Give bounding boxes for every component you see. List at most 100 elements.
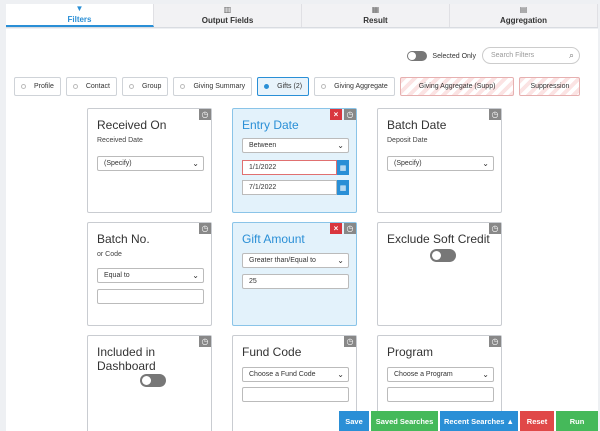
history-icon[interactable]: ◷ [199, 109, 211, 120]
tab-label: Filters [67, 15, 92, 24]
tab-label: Output Fields [201, 16, 254, 25]
save-button[interactable]: Save [339, 411, 369, 431]
date-value: 7/1/2022 [249, 184, 277, 191]
calendar-icon[interactable]: ▦ [337, 180, 349, 195]
history-icon[interactable]: ◷ [489, 223, 501, 234]
chevron-down-icon: ⌄ [482, 370, 489, 379]
chip-label: Contact [85, 83, 110, 90]
fund-code-select[interactable]: Choose a Fund Code ⌄ [242, 367, 349, 382]
card-title: Received On [97, 118, 167, 132]
tab-aggregation[interactable]: ▤ Aggregation [450, 4, 598, 27]
selected-only-control: Selected Only [407, 51, 476, 61]
select-value: Greater than/Equal to [249, 257, 316, 264]
chevron-down-icon: ⌄ [192, 271, 199, 280]
history-icon[interactable]: ◷ [344, 223, 356, 234]
tab-label: Result [363, 16, 388, 25]
filter-card-batch-date: ◷ Batch Date Deposit Date (Specify) ⌄ [377, 108, 502, 213]
recent-searches-button[interactable]: Recent Searches ▲ [440, 411, 518, 431]
search-filters-input[interactable]: Search Filters ⌕ [482, 47, 580, 64]
history-icon[interactable]: ◷ [489, 336, 501, 347]
filter-card-received-on: ◷ Received On Received Date (Specify) ⌄ [87, 108, 212, 213]
chip-label: Giving Aggregate (Supp) [418, 83, 496, 90]
batch-no-operator-select[interactable]: Equal to ⌄ [97, 268, 204, 283]
chip-giving-aggregate[interactable]: Giving Aggregate [314, 77, 395, 96]
radio-dot [264, 84, 270, 89]
gift-amount-input[interactable]: 25 [242, 274, 349, 289]
program-select[interactable]: Choose a Program ⌄ [387, 367, 494, 382]
chevron-down-icon: ⌄ [337, 141, 344, 150]
select-value: Choose a Fund Code [249, 371, 316, 378]
close-icon[interactable]: × [330, 223, 342, 234]
filter-card-included-dashboard: ◷ Included in Dashboard [87, 335, 212, 431]
map-icon: ▥ [223, 5, 232, 14]
chevron-down-icon: ⌄ [192, 159, 199, 168]
entry-date-from-input[interactable]: 1/1/2022 [242, 160, 337, 175]
run-button[interactable]: Run [556, 411, 598, 431]
select-value: Equal to [104, 272, 130, 279]
select-value: Choose a Program [394, 371, 453, 378]
filters-panel: Selected Only Search Filters ⌕ Profile C… [6, 29, 598, 431]
filter-card-entry-date: × ◷ Entry Date Between ⌄ 1/1/2022 ▦ 7/1/… [232, 108, 357, 213]
input-value: 25 [249, 278, 257, 285]
tab-result[interactable]: ▦ Result [302, 4, 450, 27]
card-title: Batch Date [387, 118, 447, 132]
select-value: (Specify) [104, 160, 132, 167]
history-icon[interactable]: ◷ [199, 336, 211, 347]
chip-suppression[interactable]: Suppression [519, 77, 581, 96]
saved-searches-button[interactable]: Saved Searches [371, 411, 438, 431]
chip-giving-summary[interactable]: Giving Summary [173, 77, 253, 96]
card-subtitle: Received Date [97, 137, 143, 144]
entry-date-operator-select[interactable]: Between ⌄ [242, 138, 349, 153]
chip-label: Suppression [530, 83, 570, 90]
chip-gifts[interactable]: Gifts (2) [257, 77, 310, 96]
card-title: Exclude Soft Credit [387, 232, 490, 246]
close-icon[interactable]: × [330, 109, 342, 120]
card-title: Fund Code [242, 345, 302, 359]
calendar-icon[interactable]: ▦ [337, 160, 349, 175]
reset-button[interactable]: Reset [520, 411, 554, 431]
action-bar: Save Saved Searches Recent Searches ▲ Re… [337, 411, 598, 431]
tab-output-fields[interactable]: ▥ Output Fields [154, 4, 302, 27]
history-icon[interactable]: ◷ [344, 336, 356, 347]
filter-icon: ▼ [75, 4, 84, 13]
fund-code-input[interactable] [242, 387, 349, 402]
selected-only-label: Selected Only [432, 52, 476, 60]
chip-label: Gifts (2) [277, 83, 303, 90]
search-placeholder: Search Filters [491, 52, 535, 59]
received-on-select[interactable]: (Specify) ⌄ [97, 156, 204, 171]
chip-giving-aggregate-supp[interactable]: Giving Aggregate (Supp) [399, 77, 515, 96]
history-icon[interactable]: ◷ [199, 223, 211, 234]
chip-group[interactable]: Group [121, 77, 169, 96]
grid-icon: ▤ [519, 5, 528, 14]
filter-card-batch-no: ◷ Batch No. or Code Equal to ⌄ [87, 222, 212, 326]
filter-card-gift-amount: × ◷ Gift Amount Greater than/Equal to ⌄ … [232, 222, 357, 326]
card-title: Gift Amount [242, 232, 305, 246]
radio-dot [321, 84, 327, 89]
selected-only-toggle[interactable] [407, 51, 428, 61]
chip-contact[interactable]: Contact [65, 77, 117, 96]
program-input[interactable] [387, 387, 494, 402]
batch-no-input[interactable] [97, 289, 204, 304]
chip-label: Giving Aggregate [334, 83, 388, 90]
radio-dot [180, 84, 186, 89]
included-dashboard-toggle[interactable] [140, 374, 166, 387]
tab-filters[interactable]: ▼ Filters [6, 4, 154, 27]
card-title: Program [387, 345, 434, 359]
chip-label: Group [141, 83, 162, 90]
date-value: 1/1/2022 [249, 164, 277, 171]
chevron-down-icon: ⌄ [337, 256, 344, 265]
radio-dot [72, 84, 78, 89]
chevron-down-icon: ⌄ [337, 370, 344, 379]
history-icon[interactable]: ◷ [489, 109, 501, 120]
chevron-down-icon: ⌄ [482, 159, 489, 168]
entry-date-to-input[interactable]: 7/1/2022 [242, 180, 337, 195]
chip-profile[interactable]: Profile [14, 77, 61, 96]
select-value: Between [249, 142, 277, 149]
radio-dot [21, 84, 26, 89]
tab-label: Aggregation [499, 16, 548, 25]
search-icon: ⌕ [568, 50, 574, 60]
history-icon[interactable]: ◷ [344, 109, 356, 120]
gift-amount-operator-select[interactable]: Greater than/Equal to ⌄ [242, 253, 349, 268]
batch-date-select[interactable]: (Specify) ⌄ [387, 156, 494, 171]
exclude-soft-credit-toggle[interactable] [430, 249, 456, 262]
